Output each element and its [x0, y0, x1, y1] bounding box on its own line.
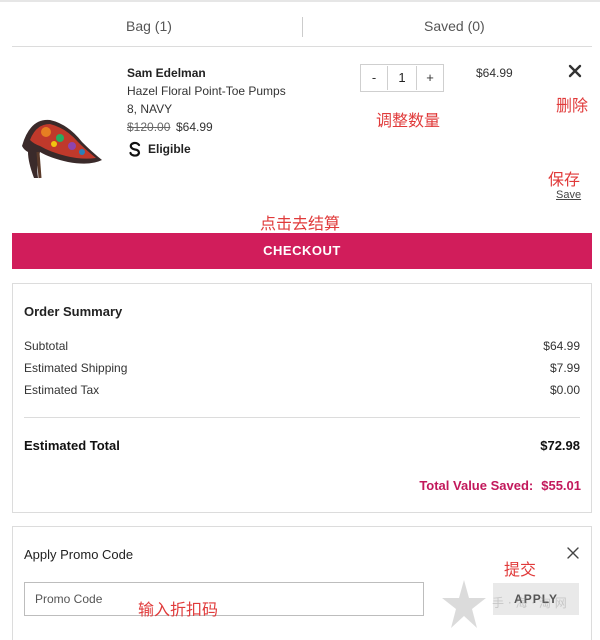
- subtotal-row: Subtotal $64.99: [24, 339, 580, 353]
- checkout-button[interactable]: CHECKOUT: [12, 233, 592, 269]
- summary-divider: [24, 417, 580, 418]
- promo-code-input[interactable]: [24, 582, 424, 616]
- total-value: $72.98: [540, 438, 580, 453]
- apply-button[interactable]: APPLY: [493, 583, 579, 615]
- subtotal-label: Subtotal: [24, 339, 69, 353]
- qty-value[interactable]: 1: [387, 66, 417, 90]
- item-name[interactable]: Hazel Floral Point-Toe Pumps: [127, 84, 286, 98]
- eligible-badge: Eligible: [127, 140, 191, 158]
- cart-tabs: Bag (1) Saved (0): [12, 8, 592, 47]
- item-brand: Sam Edelman: [127, 66, 206, 80]
- total-row: Estimated Total $72.98: [24, 438, 580, 453]
- saved-value: $55.01: [541, 478, 581, 493]
- promo-title: Apply Promo Code: [24, 547, 134, 562]
- annotation-save: 保存: [548, 170, 581, 189]
- tax-value: $0.00: [549, 383, 580, 397]
- eligible-label: Eligible: [148, 142, 191, 156]
- top-border: [0, 0, 600, 2]
- qty-increase-button[interactable]: +: [417, 65, 443, 91]
- item-original-price: $120.00: [127, 120, 171, 134]
- tax-row: Estimated Tax $0.00: [24, 383, 580, 397]
- item-line-price: $64.99: [476, 66, 513, 80]
- tab-saved[interactable]: Saved (0): [424, 18, 485, 34]
- shoe-image[interactable]: [16, 90, 106, 180]
- tab-bag[interactable]: Bag (1): [126, 18, 172, 34]
- total-saved-row: Total Value Saved: $55.01: [419, 478, 581, 493]
- saved-label: Total Value Saved:: [419, 478, 534, 493]
- order-summary-title: Order Summary: [24, 304, 123, 319]
- cart-item: Sam Edelman Hazel Floral Point-Toe Pumps…: [12, 46, 592, 226]
- quantity-stepper: - 1 +: [360, 64, 444, 92]
- annotation-remove: 删除: [556, 96, 589, 115]
- shipping-row: Estimated Shipping $7.99: [24, 361, 580, 375]
- eligible-icon: [129, 141, 141, 157]
- annotation-submit: 提交: [504, 560, 537, 579]
- item-variant: 8, NAVY: [127, 102, 173, 116]
- qty-decrease-button[interactable]: -: [361, 65, 387, 91]
- shipping-label: Estimated Shipping: [24, 361, 128, 375]
- order-summary: Order Summary Subtotal $64.99 Estimated …: [12, 283, 592, 513]
- annotation-checkout: 点击去结算: [260, 214, 341, 233]
- tax-label: Estimated Tax: [24, 383, 100, 397]
- total-label: Estimated Total: [24, 438, 120, 453]
- save-for-later-link[interactable]: Save: [556, 189, 581, 201]
- annotation-adjust-qty: 调整数量: [376, 111, 441, 130]
- shipping-value: $7.99: [549, 361, 580, 375]
- annotation-enter-promo: 输入折扣码: [138, 600, 219, 619]
- subtotal-value: $64.99: [543, 339, 580, 353]
- tab-divider: [302, 17, 303, 37]
- close-icon[interactable]: [568, 64, 582, 78]
- item-sale-price: $64.99: [176, 120, 213, 134]
- promo-close-icon[interactable]: [567, 547, 579, 559]
- promo-code-section: Apply Promo Code APPLY: [12, 526, 592, 640]
